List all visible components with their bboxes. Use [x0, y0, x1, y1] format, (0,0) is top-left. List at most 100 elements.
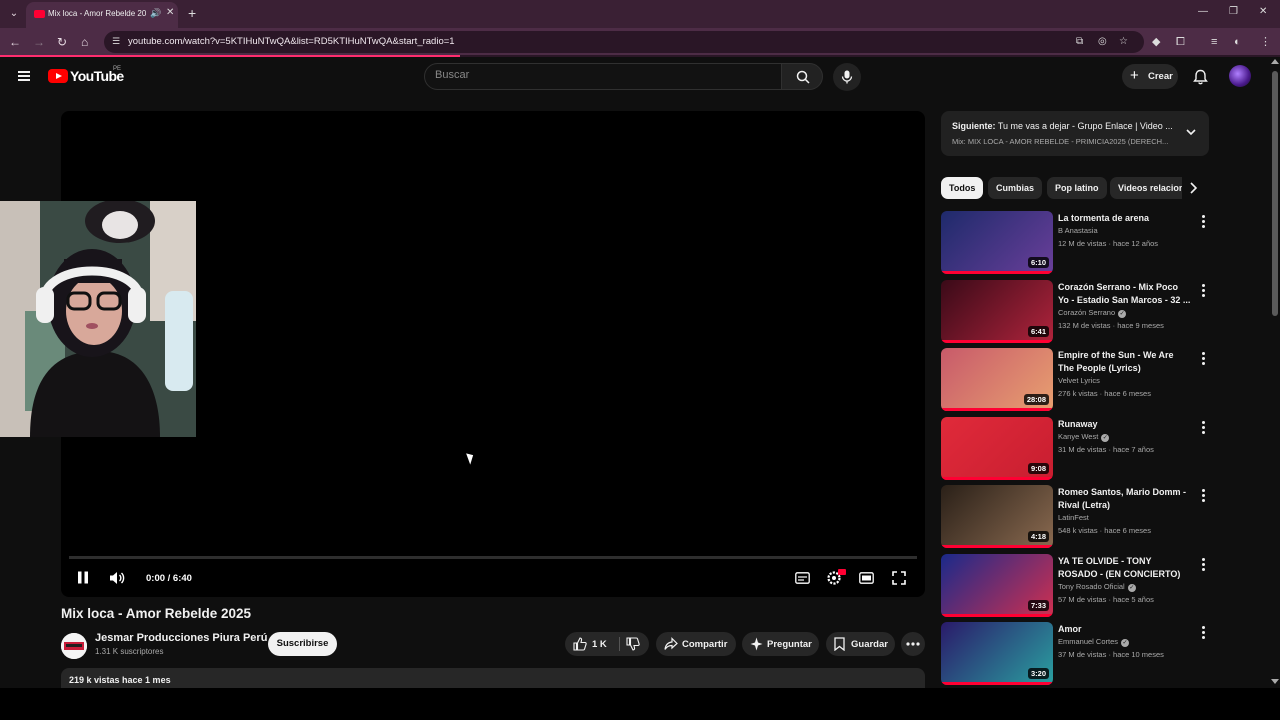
recommendation-title[interactable]: Corazón Serrano - Mix Poco Yo - Estadio …: [1058, 281, 1191, 307]
recommendation-title[interactable]: Runaway: [1058, 418, 1191, 431]
save-button[interactable]: Guardar: [826, 632, 895, 656]
ask-button[interactable]: Preguntar: [742, 632, 819, 656]
more-vertical-icon[interactable]: [1198, 214, 1208, 230]
recommendation-channel[interactable]: Corazón Serrano ✓: [1058, 308, 1127, 318]
recommendation-item[interactable]: 28:08 Empire of the Sun - We Are The Peop…: [941, 348, 1211, 412]
recommendation-item[interactable]: 3:20 Amor Emmanuel Cortes ✓ 37 M de vistas ·…: [941, 622, 1211, 686]
recommendation-title[interactable]: La tormenta de arena: [1058, 212, 1191, 225]
address-bar[interactable]: ☰ youtube.com/watch?v=5KTIHuNTwQA&list=R…: [104, 31, 1144, 53]
video-thumbnail[interactable]: 3:20: [941, 622, 1053, 685]
more-vertical-icon[interactable]: [1198, 557, 1208, 573]
channel-name[interactable]: Jesmar Producciones Piura Perú: [95, 632, 267, 644]
restore-icon[interactable]: ❐: [1229, 6, 1238, 17]
menu-icon[interactable]: [18, 71, 30, 81]
back-icon[interactable]: ←: [9, 35, 21, 49]
video-thumbnail[interactable]: 6:41: [941, 280, 1053, 343]
tracking-protection-icon[interactable]: ◎: [1098, 36, 1107, 48]
channel-name: Kanye West: [1058, 432, 1099, 441]
recommendation-channel[interactable]: B Anastasia: [1058, 226, 1098, 235]
recommendation-title[interactable]: Empire of the Sun - We Are The People (L…: [1058, 349, 1191, 375]
extensions-puzzle-icon[interactable]: ⧠: [1176, 35, 1185, 49]
theater-mode-icon[interactable]: [859, 572, 874, 584]
chip-videos-relacionados[interactable]: Videos relacionados: [1110, 177, 1182, 199]
chip-pop-latino[interactable]: Pop latino: [1047, 177, 1107, 199]
scroll-up-arrow-icon[interactable]: [1271, 59, 1279, 64]
profile-icon[interactable]: ◐: [1234, 35, 1241, 49]
pause-icon[interactable]: [77, 571, 89, 584]
recommendation-channel[interactable]: Kanye West ✓: [1058, 432, 1110, 442]
settings-gear-icon[interactable]: [826, 569, 846, 585]
share-button[interactable]: Compartir: [656, 632, 736, 656]
home-icon[interactable]: ⌂: [81, 35, 88, 49]
close-window-icon[interactable]: ✕: [1259, 6, 1267, 17]
new-tab-icon[interactable]: +: [188, 5, 196, 21]
chip-cumbias[interactable]: Cumbias: [988, 177, 1043, 199]
fullscreen-icon[interactable]: [892, 571, 906, 585]
dislike-button[interactable]: [620, 632, 649, 656]
site-info-icon[interactable]: ☰: [112, 36, 123, 47]
recommendation-channel[interactable]: Velvet Lyrics: [1058, 376, 1100, 385]
recommendation-item[interactable]: 6:10 La tormenta de arena B Anastasia 12 M …: [941, 211, 1211, 275]
notifications-bell-icon[interactable]: [1193, 69, 1208, 85]
volume-icon[interactable]: [109, 571, 126, 585]
progress-bar[interactable]: [69, 556, 917, 559]
recommendation-title[interactable]: YA TE OLVIDE - TONY ROSADO - (EN CONCIER…: [1058, 555, 1191, 581]
video-thumbnail[interactable]: 28:08: [941, 348, 1053, 411]
up-next-playlist: Mix: MIX LOCA - AMOR REBELDE - PRIMICIA2…: [952, 137, 1169, 146]
youtube-logo-icon[interactable]: [48, 69, 68, 83]
recommendation-item[interactable]: 4:18 Romeo Santos, Mario Domm - Rival (Le…: [941, 485, 1211, 549]
page-scrollbar[interactable]: [1270, 57, 1280, 688]
chip-todos[interactable]: Todos: [941, 177, 984, 199]
recommendation-meta: 31 M de vistas · hace 7 años: [1058, 445, 1154, 454]
voice-search-button[interactable]: [833, 63, 861, 91]
video-thumbnail[interactable]: 6:10: [941, 211, 1053, 274]
channel-avatar[interactable]: [61, 633, 87, 659]
video-thumbnail[interactable]: 9:08: [941, 417, 1053, 480]
audio-playing-icon[interactable]: 🔊: [150, 8, 161, 19]
video-thumbnail[interactable]: 7:33: [941, 554, 1053, 617]
media-controls-icon[interactable]: ≡: [1211, 35, 1217, 49]
up-next-title: Tu me vas a dejar - Grupo Enlace | Video…: [997, 121, 1173, 131]
tab-search-icon[interactable]: ⌄: [6, 6, 22, 22]
description-box[interactable]: 219 k vistas hace 1 mes: [61, 668, 925, 690]
close-tab-icon[interactable]: ✕: [166, 7, 174, 18]
subscribe-button[interactable]: Suscribirse: [268, 632, 337, 656]
more-vertical-icon[interactable]: [1198, 351, 1208, 367]
scroll-thumb[interactable]: [1272, 71, 1278, 316]
subtitles-icon[interactable]: [795, 572, 810, 584]
recommendation-title[interactable]: Romeo Santos, Mario Domm - Rival (Letra): [1058, 486, 1191, 512]
duration-badge: 3:20: [1027, 668, 1049, 679]
chevron-right-icon[interactable]: [1186, 181, 1200, 195]
url-text[interactable]: youtube.com/watch?v=5KTIHuNTwQA&list=RD5…: [128, 36, 455, 47]
browser-menu-icon[interactable]: ⋮: [1260, 35, 1271, 49]
search-icon: [796, 70, 810, 84]
extension-diamond-icon[interactable]: ◆: [1152, 35, 1160, 49]
chevron-down-icon[interactable]: [1185, 126, 1197, 138]
minimize-icon[interactable]: —: [1198, 6, 1208, 17]
video-thumbnail[interactable]: 4:18: [941, 485, 1053, 548]
like-button[interactable]: 1 K: [565, 632, 619, 656]
recommendation-item[interactable]: 7:33 YA TE OLVIDE - TONY ROSADO - (EN CON…: [941, 554, 1211, 618]
recommendation-item[interactable]: 9:08 Runaway Kanye West ✓ 31 M de vistas · h…: [941, 417, 1211, 481]
user-avatar[interactable]: [1229, 65, 1251, 87]
install-app-icon[interactable]: ⧉: [1076, 36, 1083, 48]
recommendation-title[interactable]: Amor: [1058, 623, 1191, 636]
browser-tab[interactable]: Mix loca - Amor Rebelde 20 🔊 ✕: [26, 2, 178, 28]
bookmark-star-icon[interactable]: ☆: [1119, 36, 1128, 48]
recommendation-item[interactable]: 6:41 Corazón Serrano - Mix Poco Yo - Esta…: [941, 280, 1211, 344]
search-button[interactable]: [781, 63, 823, 90]
more-vertical-icon[interactable]: [1198, 283, 1208, 299]
up-next-card[interactable]: Siguiente: Tu me vas a dejar - Grupo Enl…: [941, 111, 1209, 156]
recommendation-channel[interactable]: LatinFest: [1058, 513, 1089, 522]
search-input[interactable]: [435, 69, 765, 81]
reload-icon[interactable]: ↻: [57, 35, 67, 49]
create-button[interactable]: + Crear: [1122, 64, 1178, 89]
recommendation-channel[interactable]: Tony Rosado Oficial ✓: [1058, 582, 1136, 592]
recommendation-channel[interactable]: Emmanuel Cortes ✓: [1058, 637, 1130, 647]
more-vertical-icon[interactable]: [1198, 488, 1208, 504]
more-vertical-icon[interactable]: [1198, 420, 1208, 436]
scroll-down-arrow-icon[interactable]: [1271, 679, 1279, 684]
more-vertical-icon[interactable]: [1198, 625, 1208, 641]
forward-icon[interactable]: →: [33, 35, 45, 49]
more-actions-button[interactable]: [901, 632, 925, 656]
